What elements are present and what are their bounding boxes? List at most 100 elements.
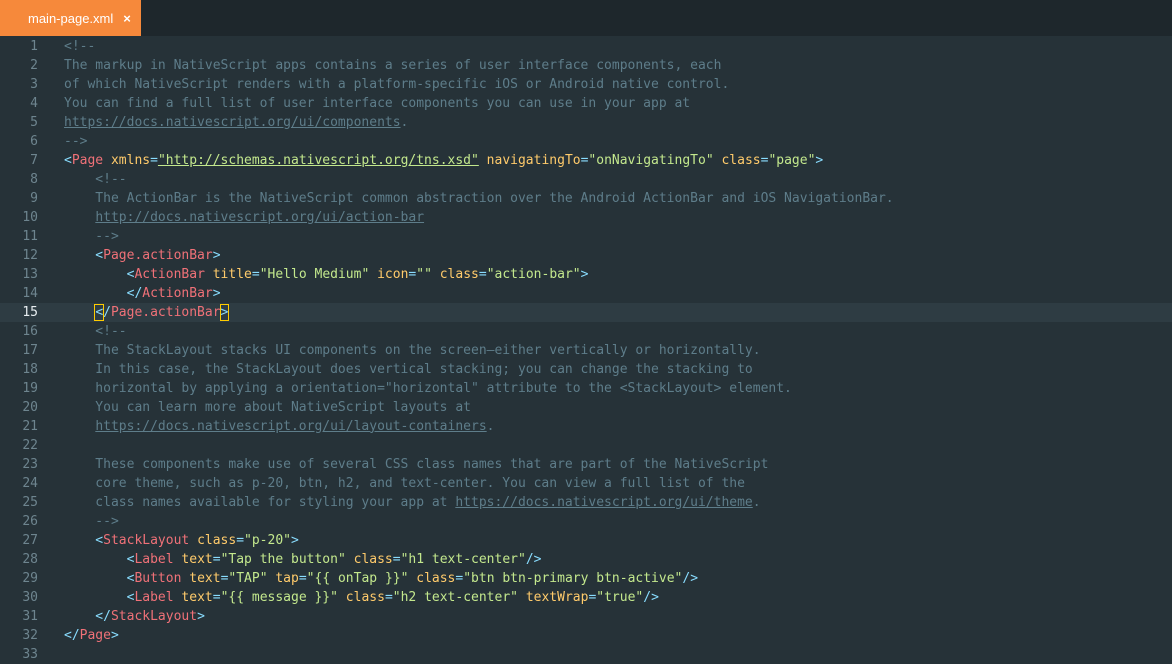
code-token: /	[103, 304, 111, 320]
line-number: 25	[22, 494, 38, 510]
line-number: 22	[22, 437, 38, 453]
code-line[interactable]: 30 <Label text="{{ message }}" class="h2…	[0, 588, 1172, 607]
code-line[interactable]: 2 The markup in NativeScript apps contain…	[0, 56, 1172, 75]
code-text: <Label text="{{ message }}" class="h2 te…	[64, 588, 659, 607]
code-text: <ActionBar title="Hello Medium" icon="" …	[64, 265, 589, 284]
code-token: =	[384, 589, 393, 605]
line-number: 6	[30, 133, 38, 149]
line-number: 13	[22, 266, 38, 282]
code-line[interactable]: 22	[0, 436, 1172, 455]
code-text: </ActionBar>	[64, 284, 221, 303]
code-line[interactable]: 29 <Button text="TAP" tap="{{ onTap }}" …	[0, 569, 1172, 588]
line-number: 32	[22, 627, 38, 643]
code-token: <	[64, 247, 104, 263]
line-number: 29	[22, 570, 38, 586]
code-line[interactable]: 3 of which NativeScript renders with a pl…	[0, 75, 1172, 94]
code-line[interactable]: 8 <!--	[0, 170, 1172, 189]
code-token: You can find a full list of user interfa…	[64, 95, 691, 111]
code-token: Page.actionBar	[103, 247, 213, 263]
code-token: />	[525, 551, 542, 567]
code-token: ""	[416, 266, 432, 282]
line-number: 9	[30, 190, 38, 206]
code-token: -->	[64, 513, 119, 529]
code-token: ActionBar	[134, 266, 205, 282]
code-line[interactable]: 10 http://docs.nativescript.org/ui/actio…	[0, 208, 1172, 227]
code-text: core theme, such as p-20, btn, h2, and t…	[64, 474, 745, 493]
line-number: 30	[22, 589, 38, 605]
code-token: </	[64, 608, 111, 624]
code-line[interactable]: 27 <StackLayout class="p-20">	[0, 531, 1172, 550]
code-token: class	[416, 570, 456, 586]
code-text: <!--	[64, 170, 126, 189]
line-number: 19	[22, 380, 38, 396]
code-text: The markup in NativeScript apps contains…	[64, 56, 721, 75]
code-line[interactable]: 19 horizontal by applying a orientation=…	[0, 379, 1172, 398]
line-number: 21	[22, 418, 38, 434]
line-number: 2	[30, 57, 38, 73]
line-number: 12	[22, 247, 38, 263]
code-token: <	[64, 266, 135, 282]
code-line[interactable]: 18 In this case, the StackLayout does ve…	[0, 360, 1172, 379]
line-number: 27	[22, 532, 38, 548]
code-token: The ActionBar is the NativeScript common…	[64, 190, 894, 206]
code-text: </Page.actionBar>	[64, 303, 230, 322]
code-line[interactable]: 15 </Page.actionBar>	[0, 302, 1172, 322]
code-token[interactable]: "http://schemas.nativescript.org/tns.xsd…	[158, 153, 479, 168]
code-line[interactable]: 17 The StackLayout stacks UI components …	[0, 341, 1172, 360]
code-text: The ActionBar is the NativeScript common…	[64, 189, 894, 208]
code-line[interactable]: 24 core theme, such as p-20, btn, h2, an…	[0, 474, 1172, 493]
code-line[interactable]: 13 <ActionBar title="Hello Medium" icon=…	[0, 265, 1172, 284]
code-token[interactable]: https://docs.nativescript.org/ui/layout-…	[95, 419, 486, 434]
code-line[interactable]: 6 -->	[0, 132, 1172, 151]
code-token: In this case, the StackLayout does verti…	[64, 361, 753, 377]
code-line[interactable]: 9 The ActionBar is the NativeScript comm…	[0, 189, 1172, 208]
code-token: <!--	[64, 323, 127, 339]
code-text: http://docs.nativescript.org/ui/action-b…	[64, 208, 424, 227]
code-editor[interactable]: 1 <!-- 2 The markup in NativeScript apps co…	[0, 36, 1172, 662]
code-token: class	[345, 589, 385, 605]
close-icon[interactable]: ×	[123, 11, 131, 26]
tab-main-page-xml[interactable]: main-page.xml ×	[0, 0, 141, 36]
code-line[interactable]: 7 <Page xmlns="http://schemas.nativescrip…	[0, 151, 1172, 170]
code-text: In this case, the StackLayout does verti…	[64, 360, 753, 379]
code-line[interactable]: 4 You can find a full list of user interf…	[0, 94, 1172, 113]
tab-label: main-page.xml	[28, 10, 114, 26]
code-token: text	[189, 570, 221, 586]
code-line[interactable]: 11 -->	[0, 227, 1172, 246]
code-line[interactable]: 21 https://docs.nativescript.org/ui/layo…	[0, 417, 1172, 436]
code-line[interactable]: 33	[0, 645, 1172, 664]
code-line[interactable]: 20 You can learn more about NativeScript…	[0, 398, 1172, 417]
code-token[interactable]: http://docs.nativescript.org/ui/action-b…	[95, 210, 424, 225]
code-line[interactable]: 12 <Page.actionBar>	[0, 246, 1172, 265]
code-token: The StackLayout stacks UI components on …	[64, 342, 761, 358]
code-line[interactable]: 28 <Label text="Tap the button" class="h…	[0, 550, 1172, 569]
code-text: <Page.actionBar>	[64, 246, 220, 265]
code-line[interactable]: 1 <!--	[0, 37, 1172, 56]
code-token[interactable]: https://docs.nativescript.org/ui/theme	[455, 495, 752, 510]
code-token: =	[392, 551, 401, 567]
code-line[interactable]: 23 These components make use of several …	[0, 455, 1172, 474]
code-token: class	[197, 532, 237, 548]
code-line[interactable]: 31 </StackLayout>	[0, 607, 1172, 626]
code-token: </	[64, 285, 143, 301]
code-line[interactable]: 32 </Page>	[0, 626, 1172, 645]
code-token: .	[752, 494, 761, 510]
code-token: Label	[134, 551, 174, 567]
code-token: "h1 text-center"	[400, 551, 526, 567]
code-token: =	[478, 266, 487, 282]
code-token[interactable]: https://docs.nativescript.org/ui/compone…	[64, 115, 401, 130]
bracket-match-highlight: >	[219, 303, 230, 321]
code-line[interactable]: 26 -->	[0, 512, 1172, 531]
code-line[interactable]: 5 https://docs.nativescript.org/ui/compon…	[0, 113, 1172, 132]
code-text: You can learn more about NativeScript la…	[64, 398, 471, 417]
code-token: <	[64, 551, 135, 567]
code-line[interactable]: 14 </ActionBar>	[0, 284, 1172, 303]
code-line[interactable]: 16 <!--	[0, 322, 1172, 341]
code-line[interactable]: 25 class names available for styling you…	[0, 493, 1172, 512]
code-token: =	[212, 589, 221, 605]
code-text: </StackLayout>	[64, 607, 205, 626]
code-text: horizontal by applying a orientation="ho…	[64, 379, 792, 398]
